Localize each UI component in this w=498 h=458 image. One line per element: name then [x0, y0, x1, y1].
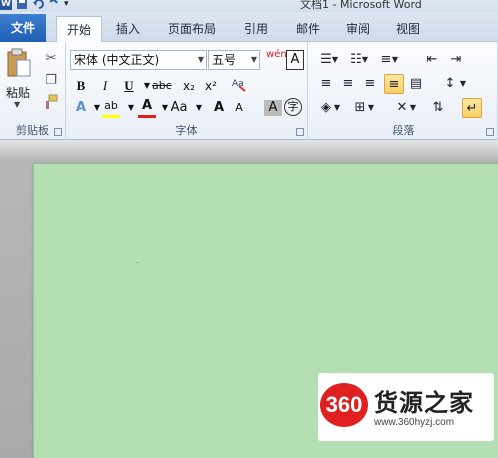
character-border-button[interactable]: A	[286, 50, 304, 70]
phonetic-guide-button[interactable]: wén	[266, 49, 287, 70]
watermark: 360 货源之家 www.360hyzj.com	[318, 373, 494, 441]
title-bar: W ▾ 文档1 - Microsoft Word	[0, 0, 498, 12]
save-icon[interactable]	[16, 0, 28, 10]
ribbon: 粘贴 ▼ ✂ ❐ 剪贴板 宋体 (中文正文) ▼ 五号 ▼ wén A B I U …	[0, 42, 498, 140]
grow-font-button[interactable]: A	[210, 98, 228, 118]
paste-icon[interactable]	[6, 48, 32, 78]
align-right-icon[interactable]: ≡	[360, 74, 380, 94]
character-shading-button[interactable]: A	[264, 100, 282, 116]
tab-mailings[interactable]: 邮件	[288, 16, 328, 42]
customize-qat-icon[interactable]: ▾	[64, 0, 76, 10]
decrease-indent-icon[interactable]: ⇤	[422, 50, 442, 70]
redo-icon[interactable]	[48, 0, 60, 10]
ribbon-tabs: 文件 开始 插入 页面布局 引用 邮件 审阅 视图	[0, 12, 498, 43]
font-group: 宋体 (中文正文) ▼ 五号 ▼ wén A B I U ▼ abc x₂ x² A…	[66, 42, 308, 140]
change-case-dropdown-icon[interactable]: ▼	[190, 98, 208, 118]
enclose-characters-button[interactable]: 字	[284, 98, 302, 116]
chevron-down-icon: ▼	[197, 55, 204, 64]
font-size-value: 五号	[212, 53, 237, 67]
italic-button[interactable]: I	[96, 76, 114, 96]
phonetic-guide-label: wén	[266, 49, 287, 60]
word-app-icon[interactable]: W	[0, 0, 12, 10]
font-group-label: 字体	[175, 124, 198, 137]
bullets-dropdown-icon[interactable]: ▼	[330, 50, 340, 70]
tab-review[interactable]: 审阅	[338, 16, 378, 42]
quick-access-toolbar: W ▾	[0, 0, 76, 12]
clear-formatting-icon[interactable]: Aa	[230, 76, 248, 96]
tab-home[interactable]: 开始	[56, 16, 102, 43]
font-launcher-icon[interactable]	[296, 128, 304, 136]
cut-icon[interactable]: ✂	[42, 50, 60, 68]
shading-dropdown-icon[interactable]: ▼	[332, 98, 342, 118]
tab-page-layout[interactable]: 页面布局	[160, 16, 224, 42]
line-spacing-dropdown-icon[interactable]: ▼	[458, 74, 468, 94]
change-case-button[interactable]: Aa	[170, 98, 188, 118]
numbering-dropdown-icon[interactable]: ▼	[360, 50, 370, 70]
format-painter-icon[interactable]	[42, 94, 60, 112]
watermark-logo: 360	[320, 383, 368, 427]
clipboard-group: 粘贴 ▼ ✂ ❐ 剪贴板	[0, 42, 66, 140]
increase-indent-icon[interactable]: ⇥	[446, 50, 466, 70]
font-color-button[interactable]: A	[138, 98, 156, 118]
bold-button[interactable]: B	[72, 76, 90, 96]
strikethrough-button[interactable]: abc	[152, 76, 172, 96]
distributed-icon[interactable]: ▤	[406, 74, 426, 94]
text-cursor: .	[136, 256, 139, 265]
tab-view[interactable]: 视图	[388, 16, 428, 42]
clipboard-launcher-icon[interactable]	[54, 128, 62, 136]
sort-icon[interactable]: ⇅	[428, 98, 448, 118]
subscript-button[interactable]: x₂	[180, 76, 198, 96]
align-left-icon[interactable]: ≡	[316, 74, 336, 94]
paste-button[interactable]: 粘贴	[6, 84, 30, 101]
font-name-select[interactable]: 宋体 (中文正文) ▼	[70, 50, 207, 70]
watermark-brand: 货源之家	[374, 389, 474, 417]
tab-references[interactable]: 引用	[234, 16, 278, 42]
highlight-button[interactable]: ab	[102, 98, 120, 118]
tab-insert[interactable]: 插入	[108, 16, 148, 42]
show-hide-marks-icon[interactable]: ↵	[462, 98, 482, 118]
line-spacing-icon[interactable]: ↕	[440, 74, 460, 94]
multilevel-dropdown-icon[interactable]: ▼	[390, 50, 400, 70]
undo-icon[interactable]	[32, 0, 44, 10]
shrink-font-button[interactable]: A	[230, 98, 248, 118]
font-name-value: 宋体 (中文正文)	[74, 53, 160, 67]
chevron-down-icon: ▼	[250, 55, 257, 64]
borders-dropdown-icon[interactable]: ▼	[366, 98, 376, 118]
justify-icon[interactable]: ≡	[384, 74, 404, 94]
copy-icon[interactable]: ❐	[42, 72, 60, 90]
word-window: W ▾ 文档1 - Microsoft Word 文件 开始 插入 页面布局 引…	[0, 0, 498, 458]
font-size-select[interactable]: 五号 ▼	[208, 50, 260, 70]
paste-dropdown-icon[interactable]: ▼	[14, 100, 20, 109]
superscript-button[interactable]: x²	[202, 76, 220, 96]
paragraph-group-label: 段落	[392, 124, 415, 137]
chinese-layout-dropdown-icon[interactable]: ▼	[408, 98, 418, 118]
align-center-icon[interactable]: ≡	[338, 74, 358, 94]
paragraph-launcher-icon[interactable]	[486, 128, 494, 136]
tab-file[interactable]: 文件	[0, 14, 46, 42]
underline-button[interactable]: U	[120, 76, 138, 96]
window-title: 文档1 - Microsoft Word	[300, 0, 422, 11]
watermark-url: www.360hyzj.com	[374, 417, 455, 428]
paragraph-group: ☰ ▼ ☷ ▼ ≡ ▼ ⇤ ⇥ ≡ ≡ ≡ ≡ ▤ ↕ ▼ ◈ ▼ ⊞ ▼ ✕ …	[310, 42, 498, 140]
